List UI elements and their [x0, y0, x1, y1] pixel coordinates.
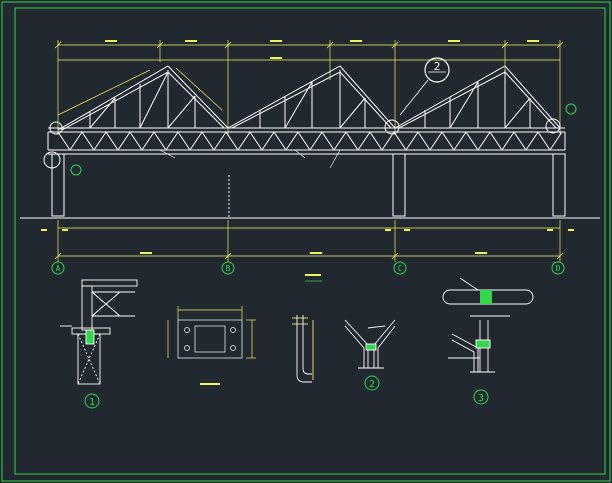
callout-circle-3: [565, 103, 577, 115]
base-plate-title-mark: [200, 383, 220, 385]
detail-3: [442, 277, 534, 373]
detail-1-label: 1: [89, 397, 95, 408]
axis-label-b: B: [226, 264, 231, 273]
axis-label-a: A: [56, 264, 61, 273]
drawing-border-outer: [1, 1, 611, 482]
axis-label-d: D: [556, 264, 561, 273]
roof-truss: [57, 65, 561, 131]
lattice-girder: [47, 127, 566, 155]
callout-circle-1: [70, 164, 82, 176]
bottom-dimensions: [54, 220, 564, 262]
callout-number-2: 2: [434, 60, 441, 73]
callouts: [43, 57, 577, 176]
annotation-leaders: [159, 149, 341, 169]
cad-drawing-canvas: A B C D 2 1 2 3: [1, 1, 611, 482]
drawing-border-inner: [14, 7, 606, 475]
tiny-text-marks: [41, 40, 574, 276]
detail-1: [60, 279, 138, 385]
base-plate-detail: [167, 306, 256, 359]
detail-2: [344, 319, 396, 369]
axis-bubbles: A B C D: [51, 261, 565, 275]
axis-label-c: C: [398, 264, 403, 273]
detail-3-label: 3: [478, 393, 484, 404]
detail-2-label: 2: [369, 379, 375, 390]
anchor-bolt-detail: [292, 315, 314, 383]
columns: [51, 153, 566, 218]
